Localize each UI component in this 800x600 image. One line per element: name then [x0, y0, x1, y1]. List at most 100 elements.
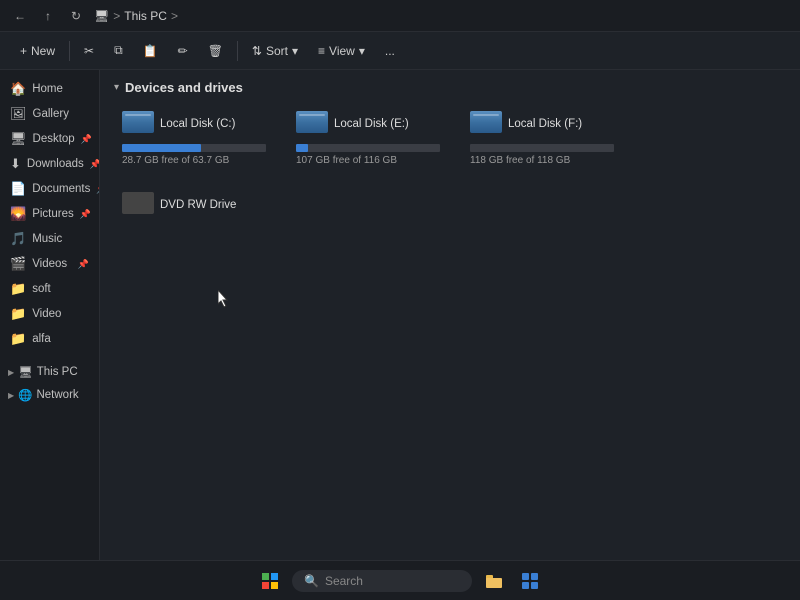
taskbar: 🔍 Search — [0, 560, 800, 600]
view-button[interactable]: ≡ View ▾ — [310, 40, 373, 62]
pin-icon: 📌 — [81, 134, 92, 145]
pin-icon4: 📌 — [80, 209, 91, 220]
sidebar-item-desktop[interactable]: 🖥 Desktop 📌 — [2, 127, 97, 151]
sidebar-item-alfa[interactable]: 📁 alfa — [2, 327, 97, 351]
copy-button[interactable]: ⧉ — [106, 39, 131, 62]
drive-header-dvd: DVD RW Drive — [122, 192, 236, 218]
sidebar-desktop-label: Desktop — [33, 133, 75, 145]
home-icon: 🏠 — [10, 81, 26, 97]
sidebar-thispc-label: This PC — [37, 366, 78, 378]
thispc-icon: 🖥 — [18, 365, 33, 379]
drive-header-e: Local Disk (E:) — [296, 111, 409, 137]
up-button[interactable]: ↑ — [36, 4, 60, 28]
breadcrumb-thispc[interactable]: This PC — [124, 9, 167, 23]
nav-buttons: ← ↑ ↻ — [8, 4, 88, 28]
new-label: New — [31, 44, 55, 58]
drive-bar-f — [470, 144, 614, 152]
sidebar: 🏠 Home 🖼 Gallery 🖥 Desktop 📌 ⬇ Downloads… — [0, 70, 100, 572]
new-button[interactable]: + New — [12, 40, 63, 62]
more-label: ... — [385, 44, 395, 58]
search-icon: 🔍 — [304, 574, 319, 588]
drive-info-c: 28.7 GB free of 63.7 GB — [122, 155, 229, 166]
drive-item-c[interactable]: Local Disk (C:) 28.7 GB free of 63.7 GB — [114, 105, 274, 172]
thispc-chevron-icon: ▶ — [8, 368, 14, 377]
toolbar: + New ✂ ⧉ 📋 ✏ 🗑 ⇅ Sort ▾ ≡ View ▾ ... — [0, 32, 800, 70]
pictures-icon: 🌄 — [10, 206, 26, 222]
pin-icon2: 📌 — [90, 159, 100, 170]
breadcrumb-sep2: > — [171, 9, 178, 23]
drive-bar-c — [122, 144, 266, 152]
gallery-icon: 🖼 — [10, 106, 27, 122]
sidebar-pictures-label: Pictures — [32, 208, 74, 220]
sidebar-item-downloads[interactable]: ⬇ Downloads 📌 — [2, 152, 97, 176]
drive-icon-dvd — [122, 192, 154, 218]
sidebar-music-label: Music — [32, 233, 62, 245]
cut-button[interactable]: ✂ — [76, 40, 102, 62]
delete-button[interactable]: 🗑 — [200, 40, 231, 62]
drive-icon-f — [470, 111, 502, 137]
rename-button[interactable]: ✏ — [170, 40, 196, 62]
view-label: View — [329, 44, 355, 58]
titlebar: ← ↑ ↻ 🖥 > This PC > — [0, 0, 800, 32]
sidebar-soft-label: soft — [32, 283, 51, 295]
sidebar-item-gallery[interactable]: 🖼 Gallery — [2, 102, 97, 126]
sort-icon: ⇅ — [252, 44, 262, 58]
sidebar-item-documents[interactable]: 📄 Documents 📌 — [2, 177, 97, 201]
main-layout: 🏠 Home 🖼 Gallery 🖥 Desktop 📌 ⬇ Downloads… — [0, 70, 800, 572]
drive-header-f: Local Disk (F:) — [470, 111, 582, 137]
sidebar-downloads-label: Downloads — [27, 158, 84, 170]
taskbar-start-icon[interactable] — [256, 567, 284, 595]
network-icon: 🌐 — [18, 388, 32, 402]
sidebar-item-soft[interactable]: 📁 soft — [2, 277, 97, 301]
folder-alfa-icon: 📁 — [10, 331, 26, 347]
drive-info-e: 107 GB free of 116 GB — [296, 155, 397, 166]
drive-name-e: Local Disk (E:) — [334, 118, 409, 130]
drive-icon-c — [122, 111, 154, 137]
view-chevron-icon: ▾ — [359, 44, 365, 58]
breadcrumb-sep1: > — [113, 9, 120, 23]
section-title: Devices and drives — [125, 80, 243, 95]
sort-button[interactable]: ⇅ Sort ▾ — [244, 40, 306, 62]
more-button[interactable]: ... — [377, 40, 403, 62]
sidebar-alfa-label: alfa — [32, 333, 51, 345]
sidebar-item-pictures[interactable]: 🌄 Pictures 📌 — [2, 202, 97, 226]
sidebar-item-home[interactable]: 🏠 Home — [2, 77, 97, 101]
section-toggle-icon[interactable]: ▾ — [114, 82, 119, 93]
sidebar-item-videos[interactable]: 🎬 Videos 📌 — [2, 252, 97, 276]
sort-chevron-icon: ▾ — [292, 44, 298, 58]
sort-label: Sort — [266, 44, 288, 58]
back-button[interactable]: ← — [8, 4, 32, 28]
sidebar-item-video[interactable]: 📁 Video — [2, 302, 97, 326]
breadcrumb-monitor-icon: 🖥 — [94, 9, 109, 23]
paste-button[interactable]: 📋 — [135, 40, 166, 62]
drive-name-dvd: DVD RW Drive — [160, 199, 236, 211]
content-area: ▾ Devices and drives Local Disk (C:) 28.… — [100, 70, 800, 572]
drive-info-f: 118 GB free of 118 GB — [470, 155, 570, 166]
search-placeholder: Search — [325, 574, 363, 588]
drive-header-c: Local Disk (C:) — [122, 111, 235, 137]
sidebar-gallery-label: Gallery — [33, 108, 69, 120]
toolbar-sep2 — [237, 41, 238, 61]
refresh-button[interactable]: ↻ — [64, 4, 88, 28]
downloads-icon: ⬇ — [10, 156, 21, 172]
drive-icon-e — [296, 111, 328, 137]
drive-name-c: Local Disk (C:) — [160, 118, 235, 130]
drive-item-f[interactable]: Local Disk (F:) 118 GB free of 118 GB — [462, 105, 622, 172]
sidebar-item-music[interactable]: 🎵 Music — [2, 227, 97, 251]
folder-soft-icon: 📁 — [10, 281, 26, 297]
taskbar-files-icon[interactable] — [480, 567, 508, 595]
breadcrumb: 🖥 > This PC > — [94, 9, 178, 23]
drive-item-dvd[interactable]: DVD RW Drive — [114, 186, 274, 228]
pin-icon5: 📌 — [78, 259, 89, 270]
sidebar-video-label: Video — [32, 308, 61, 320]
sidebar-group-thispc[interactable]: ▶ 🖥 This PC — [2, 361, 97, 383]
sidebar-home-label: Home — [32, 83, 63, 95]
section-header: ▾ Devices and drives — [114, 80, 786, 95]
sidebar-documents-label: Documents — [32, 183, 90, 195]
sidebar-group-network[interactable]: ▶ 🌐 Network — [2, 384, 97, 406]
sidebar-network-label: Network — [36, 389, 78, 401]
drive-item-e[interactable]: Local Disk (E:) 107 GB free of 116 GB — [288, 105, 448, 172]
videos-icon: 🎬 — [10, 256, 26, 272]
taskbar-app-icon[interactable] — [516, 567, 544, 595]
taskbar-search[interactable]: 🔍 Search — [292, 570, 472, 592]
